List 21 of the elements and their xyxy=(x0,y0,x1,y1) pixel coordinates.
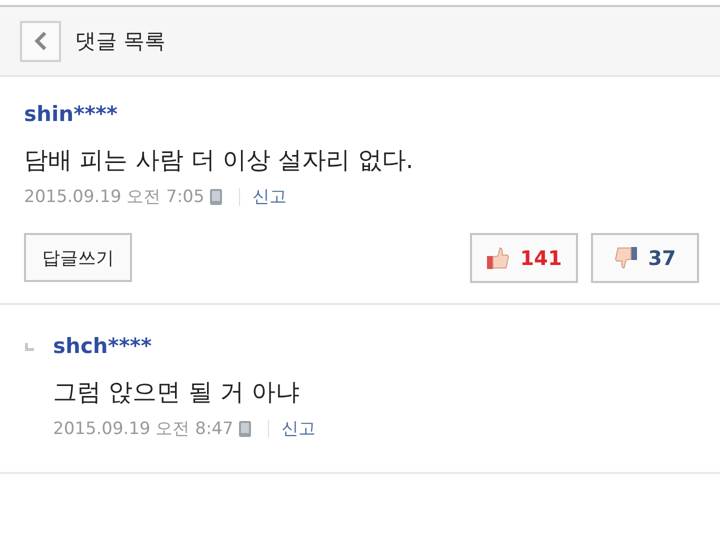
mobile-phone-icon xyxy=(209,188,224,206)
report-link[interactable]: 신고 xyxy=(252,185,286,209)
like-count: 141 xyxy=(520,246,562,270)
dislike-button[interactable]: 37 xyxy=(591,233,699,283)
comment-text: 담배 피는 사람 더 이상 설자리 없다. xyxy=(24,145,414,176)
dislike-count: 37 xyxy=(648,246,676,270)
page-title: 댓글 목록 xyxy=(75,28,166,55)
back-button[interactable] xyxy=(20,20,61,62)
chevron-left-icon xyxy=(34,31,48,51)
author-name: shch**** xyxy=(53,333,153,360)
thumbs-up-icon xyxy=(486,246,510,270)
comment-date: 2015.09.19 오전 8:47 xyxy=(53,418,234,441)
reply-button[interactable]: 답글쓰기 xyxy=(24,233,132,282)
comment-date: 2015.09.19 오전 7:05 xyxy=(24,186,204,209)
comment-text: 그럼 앉으면 될 거 아냐 xyxy=(53,377,301,408)
reply-arrow-icon xyxy=(25,343,34,351)
report-link[interactable]: 신고 xyxy=(281,417,316,441)
author-name: shin**** xyxy=(24,101,119,128)
like-button[interactable]: 141 xyxy=(470,233,578,283)
thumbs-down-icon xyxy=(614,246,638,270)
mobile-phone-icon xyxy=(238,420,252,438)
